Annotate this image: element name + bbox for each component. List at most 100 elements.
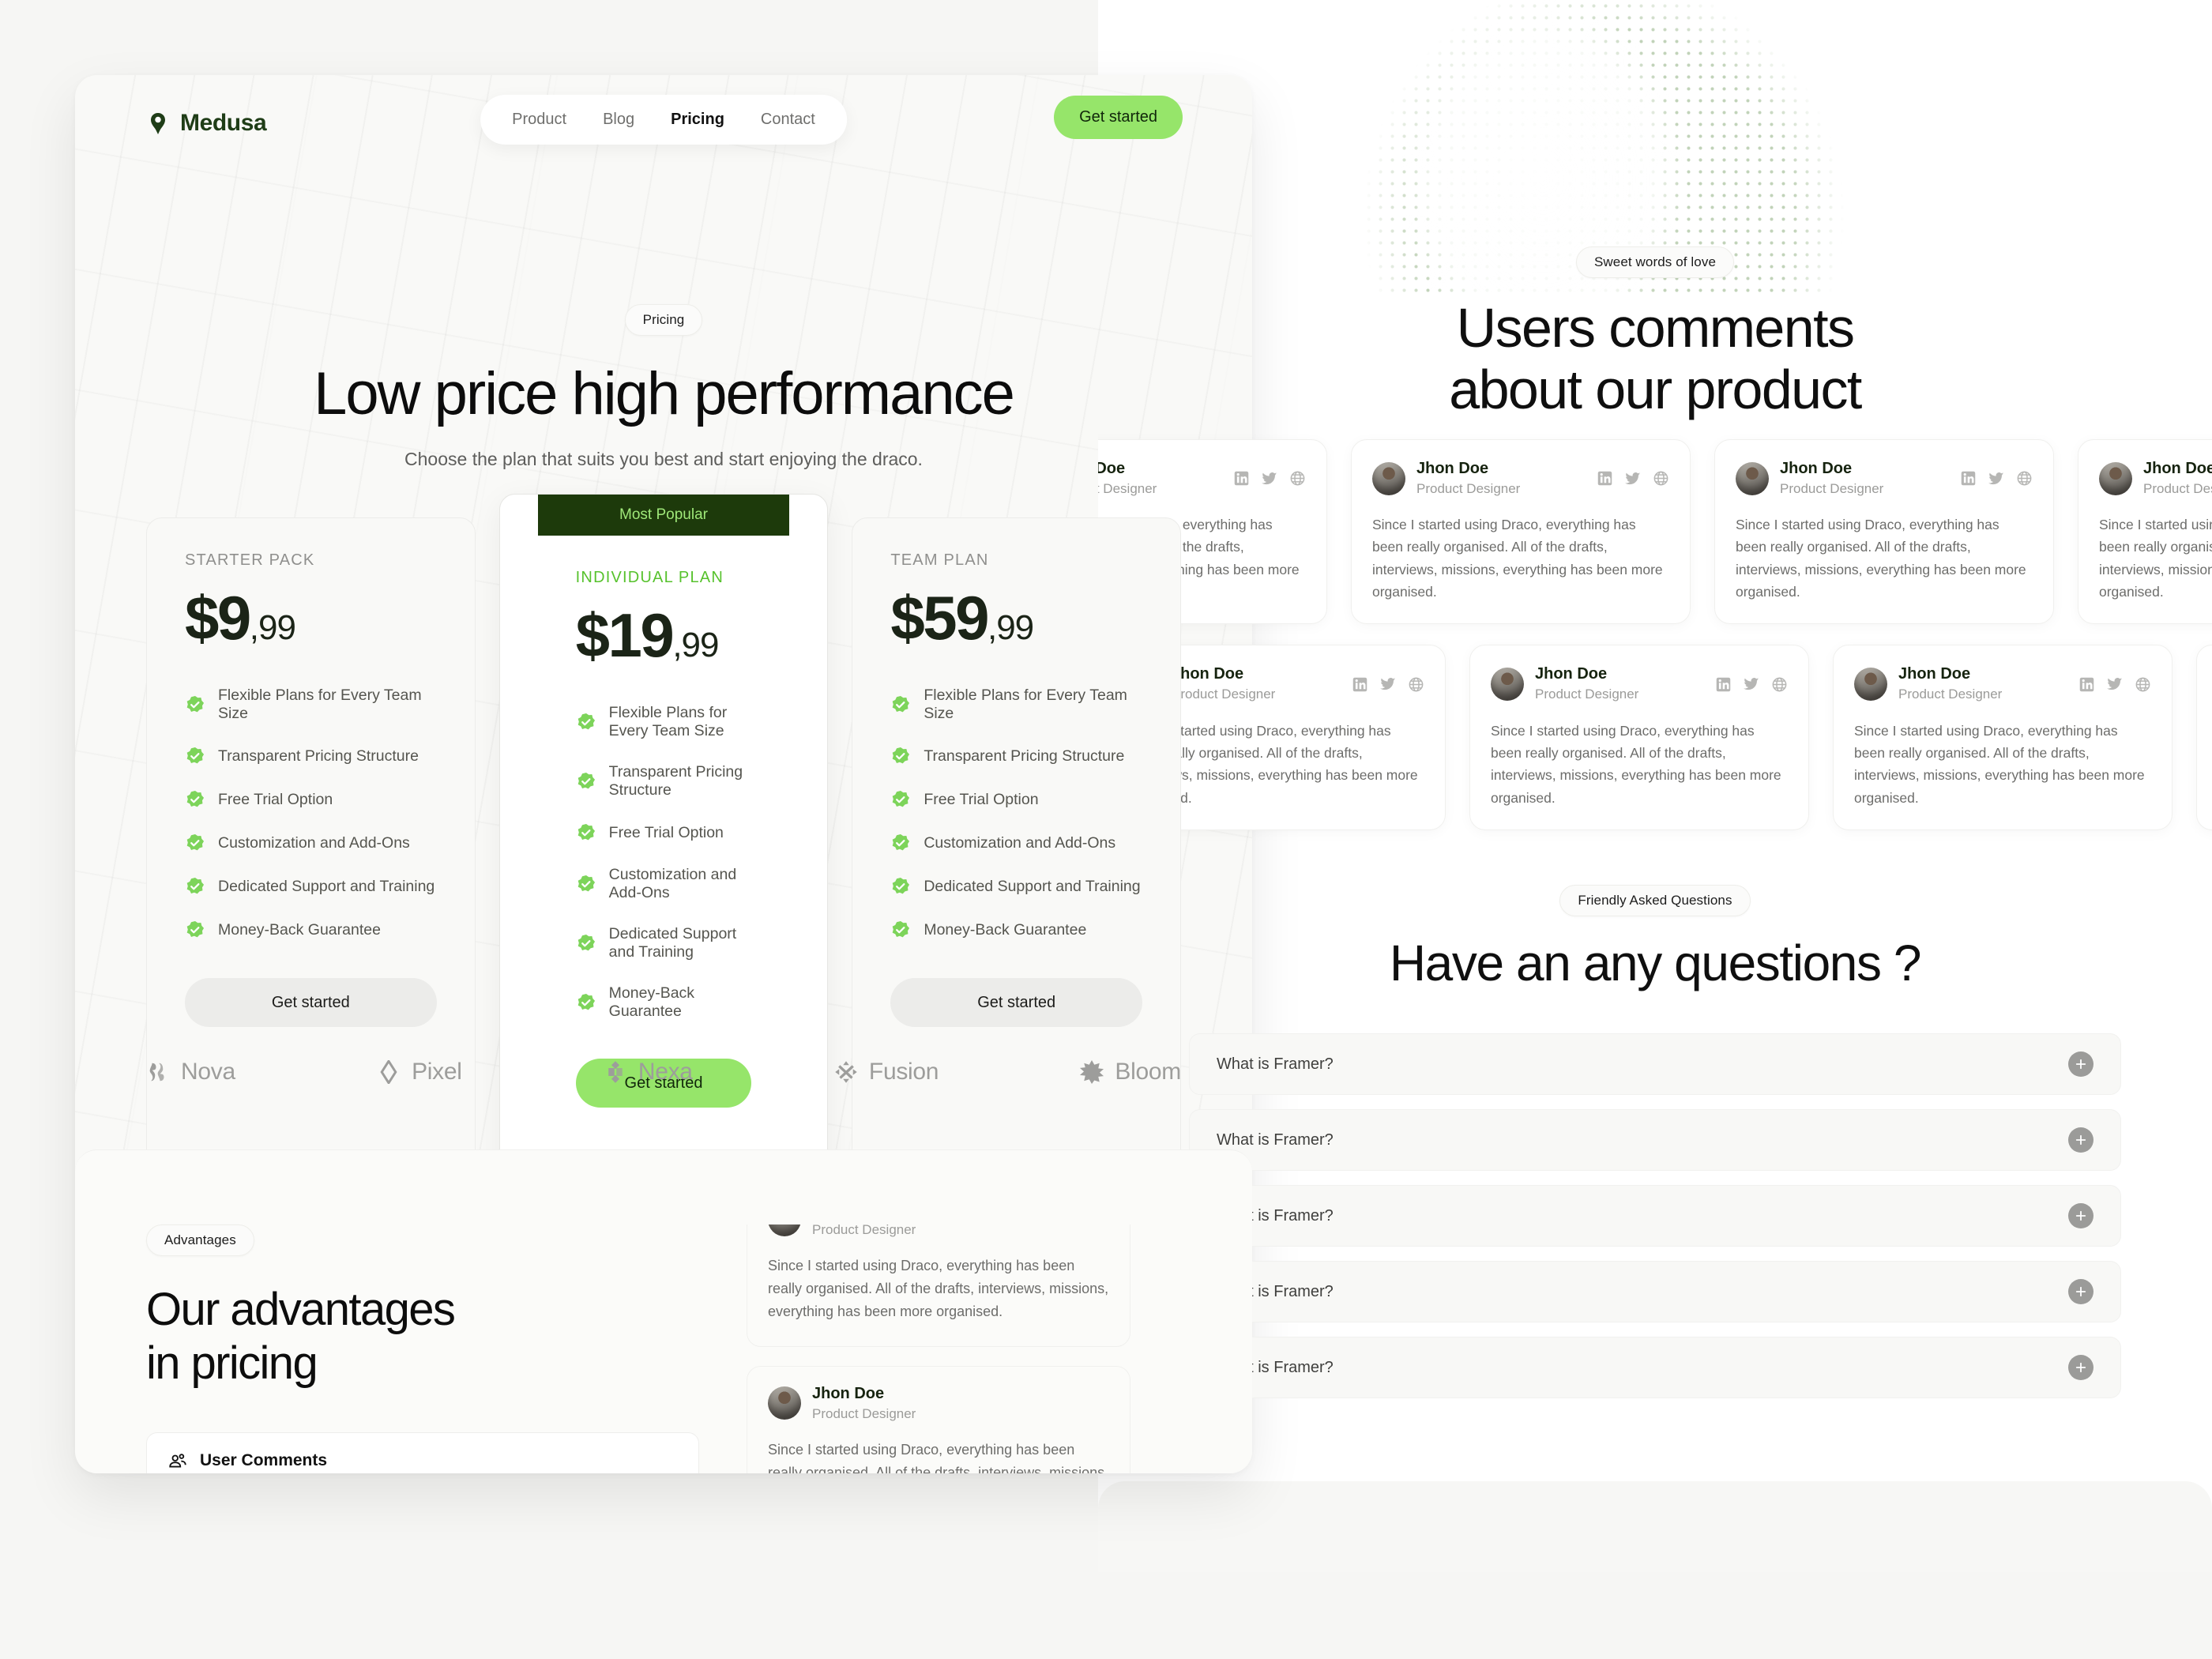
faq-expand-icon[interactable]	[2068, 1203, 2094, 1228]
nav-link-blog[interactable]: Blog	[589, 106, 649, 134]
plan-feature-label: Transparent Pricing Structure	[608, 763, 743, 799]
sweet-words-badge: Sweet words of love	[1575, 246, 1735, 278]
faq-item[interactable]: What is Framer?	[1189, 1109, 2121, 1171]
plan-feature: Money-Back Guarantee	[185, 920, 437, 940]
plan-feature-label: Flexible Plans for Every Team Size	[924, 687, 1127, 722]
globe-icon[interactable]	[1653, 470, 1669, 487]
plan-feature: Flexible Plans for Every Team Size	[890, 687, 1142, 723]
faq-item[interactable]: What is Framer?	[1189, 1185, 2121, 1247]
testimonial-card-header: Jhon Doe Product Designer	[2099, 459, 2212, 498]
twitter-icon[interactable]	[1379, 676, 1397, 692]
page-root: Sweet words of love Users comments about…	[0, 0, 2212, 1659]
testimonial-text: Since I started using Draco, everything …	[1854, 722, 2145, 806]
plan-feature-label: Dedicated Support and Training	[608, 925, 737, 961]
brand-name: Medusa	[180, 110, 267, 136]
faq-item[interactable]: What is Framer?	[1189, 1261, 2121, 1322]
testimonial-name: Jhon Doe	[1898, 665, 1971, 683]
testimonial-role: Product Designer	[1780, 481, 1884, 496]
twitter-icon[interactable]	[1743, 676, 1760, 692]
brand-logo[interactable]: Medusa	[146, 110, 267, 137]
bloom-logo-icon	[1080, 1060, 1104, 1084]
testimonial-text: Since I started using Draco, everything …	[1491, 722, 1781, 806]
nav-link-contact[interactable]: Contact	[747, 106, 830, 134]
hero-section: Pricing Low price high performance Choos…	[75, 304, 1252, 470]
check-badge-icon	[186, 833, 205, 851]
globe-icon[interactable]	[1771, 676, 1788, 693]
advantage-accordion-header[interactable]: User Comments	[167, 1450, 678, 1471]
twitter-icon[interactable]	[1624, 471, 1642, 487]
social-links	[1597, 470, 1669, 487]
testimonial-name: Jhon Doe	[1780, 460, 1853, 477]
plan-features: Flexible Plans for Every Team Size Trans…	[185, 687, 437, 940]
get-started-button-nav[interactable]: Get started	[1054, 96, 1183, 139]
globe-icon[interactable]	[1408, 676, 1424, 693]
partner-logo-label: Fusion	[868, 1059, 939, 1085]
globe-icon[interactable]	[1289, 470, 1306, 487]
faq-expand-icon[interactable]	[2068, 1051, 2094, 1077]
testimonial-name: Jhon Doe	[2143, 460, 2212, 477]
faq-expand-icon[interactable]	[2068, 1279, 2094, 1304]
nav-link-product[interactable]: Product	[498, 106, 581, 134]
testimonial-text: Since I started using Draco, everything …	[2099, 517, 2212, 600]
testimonial-card-header: Jhon Doe Product Designer	[1736, 459, 2033, 498]
faq-question: What is Framer?	[1217, 1130, 1334, 1149]
twitter-icon[interactable]	[1261, 471, 1278, 487]
faq-question: What is Framer?	[1217, 1055, 1334, 1073]
faq-expand-icon[interactable]	[2068, 1355, 2094, 1380]
testimonial-role: Product Designer	[1098, 481, 1157, 496]
faq-section: Friendly Asked Questions Have an any que…	[1098, 885, 2212, 1413]
check-badge-icon	[186, 877, 205, 894]
plan-label: INDIVIDUAL PLAN	[575, 569, 724, 586]
linkedin-icon[interactable]	[1352, 676, 1368, 693]
plan-get-started-button[interactable]: Get started	[890, 978, 1143, 1027]
twitter-icon[interactable]	[1988, 471, 2005, 487]
twitter-icon[interactable]	[2106, 676, 2124, 692]
faq-item[interactable]: What is Framer?	[1189, 1337, 2121, 1398]
linkedin-icon[interactable]	[1715, 676, 1732, 693]
plan-feature-label: Customization and Add-Ons	[608, 866, 737, 901]
check-badge-icon	[186, 747, 205, 764]
plan-feature-label: Transparent Pricing Structure	[924, 747, 1125, 765]
testimonial-role: Product Designer	[2143, 481, 2212, 496]
testimonial-text: Since I started using Draco, everything …	[768, 1441, 1109, 1473]
partner-logo-label: Nova	[181, 1059, 235, 1085]
plan-feature-label: Customization and Add-Ons	[218, 833, 410, 852]
pixel-logo-icon	[380, 1060, 397, 1084]
globe-icon[interactable]	[2135, 676, 2151, 693]
plan-feature: Money-Back Guarantee	[890, 920, 1142, 940]
testimonials-header: Sweet words of love Users comments about…	[1098, 246, 2212, 421]
advantages-accordion: User Comments Ensure the utmost security…	[146, 1431, 699, 1473]
testimonial-card-header: Jhon Doe Product Designer	[1854, 664, 2151, 703]
fusion-logo-icon	[835, 1061, 857, 1083]
check-badge-icon	[577, 713, 595, 730]
nexa-logo-icon	[608, 1061, 623, 1083]
faq-title: Have an any questions ?	[1389, 935, 1922, 991]
linkedin-icon[interactable]	[1960, 470, 1977, 487]
plan-features: Flexible Plans for Every Team Size Trans…	[890, 687, 1142, 940]
plan-feature: Free Trial Option	[890, 789, 1142, 810]
linkedin-icon[interactable]	[1597, 470, 1613, 487]
pricing-badge: Pricing	[624, 304, 703, 336]
plan-feature: Customization and Add-Ons	[890, 833, 1142, 853]
globe-icon[interactable]	[2016, 470, 2033, 487]
users-group-icon	[169, 1454, 186, 1468]
testimonial-text: Since I started using Draco, everything …	[768, 1258, 1109, 1320]
linkedin-icon[interactable]	[1233, 470, 1250, 487]
nav-link-pricing[interactable]: Pricing	[656, 106, 739, 134]
testimonial-card: Jhon Doe Product Designer Since I starte…	[1833, 645, 2172, 830]
medusa-logo-icon	[151, 113, 165, 134]
plan-get-started-button[interactable]: Get started	[185, 978, 437, 1027]
advantage-accordion-title: User Comments	[200, 1450, 328, 1469]
faq-item[interactable]: What is Framer?	[1189, 1033, 2121, 1095]
plan-feature: Money-Back Guarantee	[576, 984, 752, 1021]
testimonial-role: Product Designer	[812, 1405, 916, 1421]
partner-logo-nexa: Nexa	[604, 1059, 693, 1085]
faq-expand-icon[interactable]	[2068, 1127, 2094, 1153]
plan-price: $9,99	[185, 583, 296, 653]
social-links	[2078, 676, 2151, 693]
testimonial-role: Product Designer	[1898, 687, 2003, 702]
pricing-page-panel: Medusa Product Blog Pricing Contact Get sta…	[75, 75, 1252, 1473]
linkedin-icon[interactable]	[2078, 676, 2095, 693]
plan-feature: Transparent Pricing Structure	[890, 746, 1142, 766]
advantage-accordion-item[interactable]: User Comments Ensure the utmost security…	[146, 1431, 699, 1473]
